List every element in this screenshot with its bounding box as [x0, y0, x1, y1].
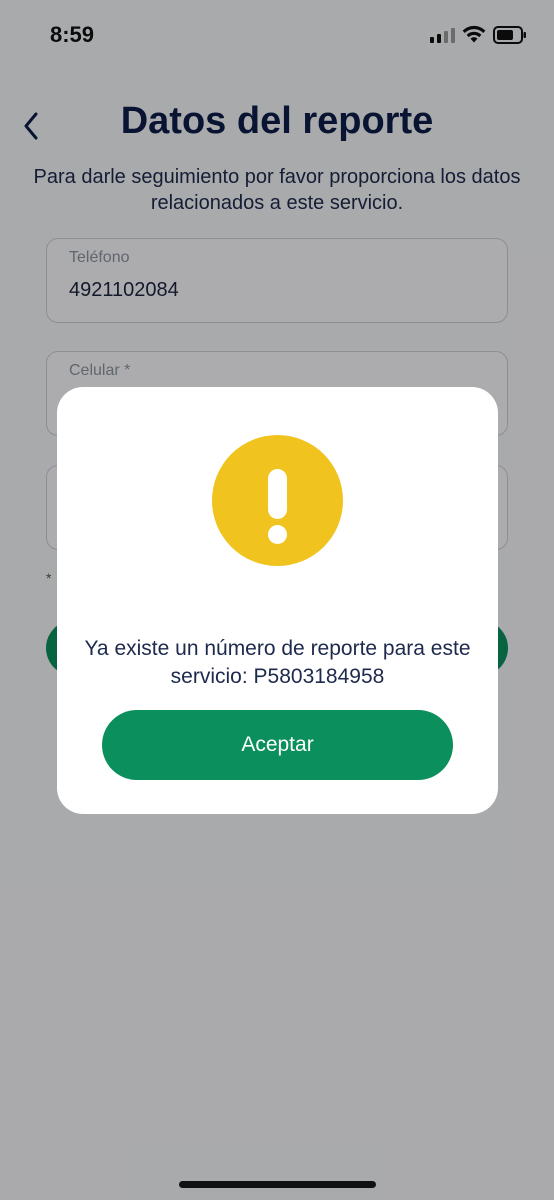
home-indicator — [179, 1181, 376, 1188]
alert-dialog: Ya existe un número de reporte para este… — [57, 387, 498, 814]
warning-icon-dot — [268, 525, 287, 544]
warning-icon — [212, 435, 343, 566]
warning-icon-bar — [268, 469, 287, 519]
alert-message: Ya existe un número de reporte para este… — [84, 637, 471, 688]
app-screen: 8:59 Datos del reporte Para darle seguim… — [0, 0, 554, 1200]
accept-button[interactable]: Aceptar — [102, 710, 453, 780]
